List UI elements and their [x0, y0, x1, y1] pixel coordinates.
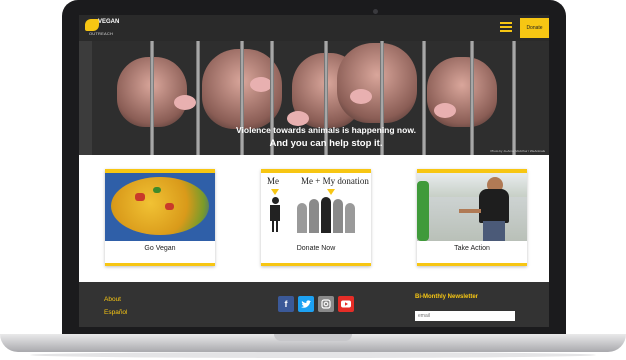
logo-text: VEGAN — [98, 19, 120, 25]
site-logo[interactable]: VEGAN OUTREACH — [85, 19, 125, 37]
hero-image-snout — [434, 103, 456, 118]
footer-link-espanol[interactable]: Español — [104, 309, 128, 316]
card-go-vegan[interactable]: Go Vegan — [105, 169, 215, 266]
card-label: Go Vegan — [144, 245, 176, 252]
hero-caption-line1: Violence towards animals is happening no… — [236, 125, 416, 135]
food-image — [105, 173, 215, 241]
newsletter-title: Bi-Monthly Newsletter — [415, 294, 479, 300]
cage-bar — [196, 41, 200, 155]
logo-mark-icon — [85, 19, 99, 31]
hero-image-snout — [250, 77, 272, 92]
group-people-icon — [297, 197, 363, 237]
footer-link-about[interactable]: About — [104, 296, 121, 303]
card-bottom-stripe — [261, 263, 371, 266]
facebook-icon[interactable]: f — [278, 296, 294, 312]
instagram-icon[interactable] — [318, 296, 334, 312]
cards-section: Go Vegan Me Me + My donation Donate Now … — [79, 155, 549, 282]
card-donate-now[interactable]: Me Me + My donation Donate Now — [261, 169, 371, 266]
card-bottom-stripe — [105, 263, 215, 266]
cage-bar — [512, 41, 516, 155]
card-bottom-stripe — [417, 263, 527, 266]
donate-button[interactable]: Donate — [520, 18, 549, 38]
hero-caption-line2: And you can help stop it. — [269, 138, 383, 149]
person-icon — [270, 197, 280, 233]
hero-image-snout — [350, 89, 372, 104]
card-label: Take Action — [454, 245, 490, 252]
hero-banner: Violence towards animals is happening no… — [92, 41, 549, 155]
twitter-icon[interactable] — [298, 296, 314, 312]
arrow-down-icon — [271, 189, 279, 195]
illustration-text-me: Me — [267, 176, 279, 186]
youtube-icon[interactable] — [338, 296, 354, 312]
site-header: VEGAN OUTREACH Donate — [79, 15, 549, 41]
email-input[interactable] — [415, 311, 515, 321]
hero-image-pig — [337, 43, 417, 123]
cage-bar — [150, 41, 154, 155]
laptop-notch — [274, 334, 352, 341]
camera-dot — [373, 9, 378, 14]
illustration-text-me-donation: Me + My donation — [301, 176, 369, 186]
hero-caption: Violence towards animals is happening no… — [221, 125, 431, 149]
card-take-action[interactable]: Take Action — [417, 169, 527, 266]
hamburger-menu-icon[interactable] — [500, 22, 512, 32]
site-footer: About Español f Bi-Monthly Newsletter — [79, 282, 549, 327]
logo-subtext: OUTREACH — [89, 31, 114, 36]
card-label: Donate Now — [296, 245, 336, 252]
hero-image-snout — [174, 95, 196, 110]
hero-image-snout — [287, 111, 309, 126]
browser-screen: VEGAN OUTREACH Donate Violence towards a… — [79, 15, 549, 327]
cage-bar — [470, 41, 474, 155]
laptop-shadow — [30, 352, 596, 358]
arrow-down-icon — [327, 189, 335, 195]
donation-illustration: Me Me + My donation — [261, 173, 371, 241]
activist-image — [417, 173, 527, 241]
photo-credit: Photo by Jo-Anne McArthur / WeAnimals — [490, 149, 545, 153]
